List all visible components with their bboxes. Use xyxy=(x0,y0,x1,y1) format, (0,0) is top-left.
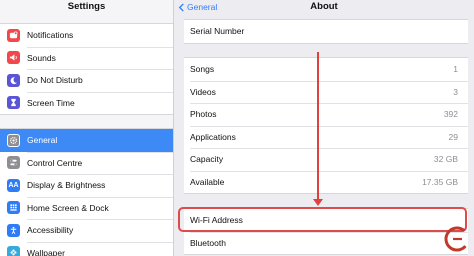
sidebar-item-label: General xyxy=(27,135,58,146)
nav-bar: General About xyxy=(174,0,474,14)
sidebar-group-1: Notifications Sounds Do Not Disturb Scre… xyxy=(0,23,173,115)
songs-row[interactable]: Songs 1 xyxy=(184,58,468,81)
stats-card: Songs 1 Videos 3 Photos 392 Applications… xyxy=(184,57,468,194)
capacity-row[interactable]: Capacity 32 GB xyxy=(184,148,468,171)
sidebar-item-label: Screen Time xyxy=(27,97,75,108)
row-label: Serial Number xyxy=(190,26,245,37)
sidebar-item-wallpaper[interactable]: Wallpaper xyxy=(0,241,173,256)
accessibility-icon xyxy=(7,223,20,237)
applications-row[interactable]: Applications 29 xyxy=(184,125,468,149)
toggles-icon xyxy=(7,156,20,170)
row-label: Capacity xyxy=(190,154,224,165)
sidebar-item-home-screen-dock[interactable]: Home Screen & Dock xyxy=(0,196,173,220)
row-value: 17.35 GB xyxy=(422,176,458,187)
back-button-label: General xyxy=(187,2,218,12)
about-pane: General About Serial Number Songs 1 Vide… xyxy=(174,0,474,256)
sidebar-group-2: General Control Centre AA Display & Brig… xyxy=(0,128,173,256)
page-title: About xyxy=(310,1,338,12)
aa-icon: AA xyxy=(7,178,20,192)
hourglass-icon xyxy=(7,96,20,110)
row-label: Videos xyxy=(190,86,216,97)
serial-card: Serial Number xyxy=(184,19,468,44)
grid-icon xyxy=(7,201,20,215)
watermark-logo-icon xyxy=(444,226,470,252)
row-label: Available xyxy=(190,176,225,187)
row-value: 32 GB xyxy=(433,154,458,165)
flower-icon xyxy=(7,246,20,256)
videos-row[interactable]: Videos 3 xyxy=(184,80,468,104)
annotation-arrowhead xyxy=(313,199,323,206)
sidebar-item-accessibility[interactable]: Accessibility xyxy=(0,219,173,242)
row-value: 3 xyxy=(453,86,458,97)
moon-icon xyxy=(7,73,20,87)
chevron-left-icon xyxy=(178,2,184,12)
sounds-icon xyxy=(7,51,20,65)
sidebar-item-label: Control Centre xyxy=(27,157,83,168)
row-label: Photos xyxy=(190,109,217,120)
sidebar-item-do-not-disturb[interactable]: Do Not Disturb xyxy=(0,69,173,92)
serial-number-row[interactable]: Serial Number xyxy=(184,20,468,43)
sidebar-item-control-centre[interactable]: Control Centre xyxy=(0,151,173,175)
back-button[interactable]: General xyxy=(178,0,217,14)
sidebar-item-label: Wallpaper xyxy=(27,247,65,256)
sidebar-item-sounds[interactable]: Sounds xyxy=(0,46,173,70)
sidebar-title: Settings xyxy=(67,1,106,12)
sidebar-item-general[interactable]: General xyxy=(0,129,173,152)
photos-row[interactable]: Photos 392 xyxy=(184,103,468,126)
sidebar-item-label: Notifications xyxy=(27,30,74,41)
sidebar-item-label: Sounds xyxy=(27,52,56,63)
row-value: 29 xyxy=(448,131,458,142)
row-label: Songs xyxy=(190,64,215,75)
sidebar-item-notifications[interactable]: Notifications xyxy=(0,24,173,47)
row-value: 1 xyxy=(453,64,458,75)
row-value: 392 xyxy=(443,109,458,120)
available-row[interactable]: Available 17.35 GB xyxy=(184,170,468,194)
sidebar-item-label: Home Screen & Dock xyxy=(27,202,109,213)
bluetooth-row[interactable]: Bluetooth xyxy=(184,231,468,255)
annotation-highlight-box xyxy=(178,207,467,232)
sidebar-item-label: Do Not Disturb xyxy=(27,75,83,86)
annotation-arrow-line xyxy=(317,52,319,203)
sidebar-item-label: Display & Brightness xyxy=(27,180,106,191)
row-label: Bluetooth xyxy=(190,237,226,248)
gear-icon xyxy=(7,133,20,147)
notifications-icon xyxy=(7,28,20,42)
sidebar-item-screen-time[interactable]: Screen Time xyxy=(0,91,173,115)
sidebar-item-label: Accessibility xyxy=(27,225,74,236)
settings-sidebar: Settings Notifications Sounds Do Not Dis… xyxy=(0,0,174,256)
row-label: Applications xyxy=(190,131,236,142)
sidebar-item-display-brightness[interactable]: AA Display & Brightness xyxy=(0,174,173,197)
